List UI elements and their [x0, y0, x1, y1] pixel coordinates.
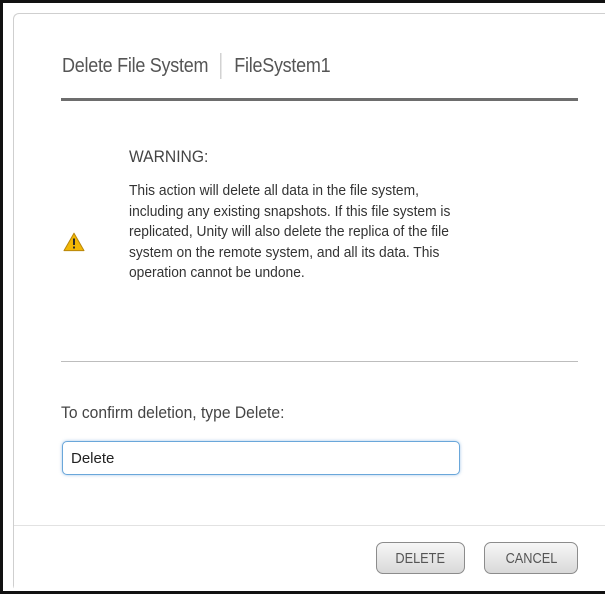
title-divider: [61, 98, 578, 101]
dialog-footer: DELETE CANCEL: [14, 526, 605, 591]
delete-button[interactable]: DELETE: [376, 542, 465, 574]
section-divider: [61, 361, 578, 362]
warning-line: replicated, Unity will also delete the r…: [129, 223, 449, 240]
warning-line: This action will delete all data in the …: [129, 182, 419, 199]
warning-heading: WARNING:: [129, 147, 209, 166]
window-frame: Delete File System FileSystem1 WARNING: …: [0, 0, 605, 594]
dialog-title-text: Delete File System: [62, 54, 209, 77]
confirm-label: To confirm deletion, type Delete:: [61, 403, 285, 422]
warning-line: system on the remote system, and all its…: [129, 243, 440, 261]
confirm-delete-input[interactable]: [62, 441, 460, 475]
cancel-button[interactable]: CANCEL: [484, 542, 578, 574]
warning-triangle-icon: [63, 232, 85, 252]
cancel-button-label: CANCEL: [505, 549, 557, 567]
dialog-subject: FileSystem1: [234, 54, 331, 77]
warning-line: including any existing snapshots. If thi…: [129, 202, 451, 220]
title-separator: [220, 53, 222, 79]
delete-file-system-dialog: Delete File System FileSystem1 WARNING: …: [13, 13, 605, 591]
delete-button-label: DELETE: [395, 549, 446, 567]
warning-message: This action will delete all data in the …: [129, 181, 534, 284]
dialog-title: Delete File System FileSystem1: [62, 36, 331, 96]
warning-line: operation cannot be undone.: [129, 264, 305, 281]
